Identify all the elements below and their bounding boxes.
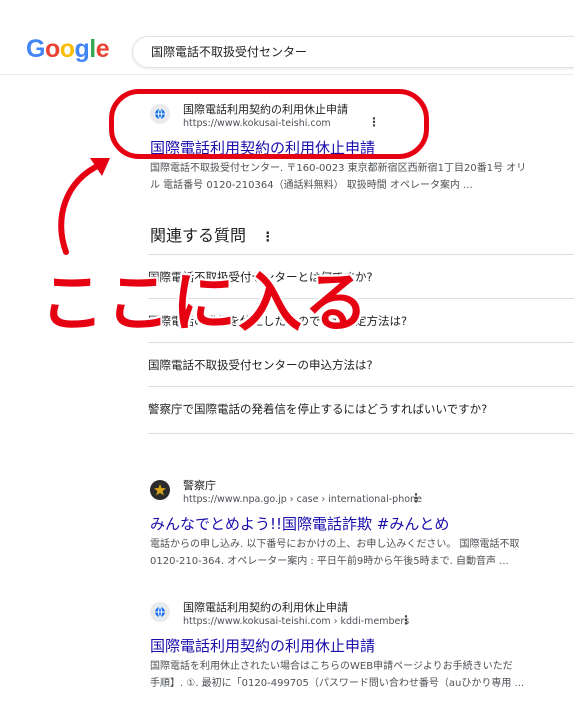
result-url[interactable]: https://www.npa.go.jp › case › internati… <box>183 494 422 505</box>
logo-letter: o <box>59 35 75 63</box>
related-question-item[interactable]: 警察庁で国際電話の発着信を停止するにはどうすればいいですか? <box>148 386 574 434</box>
more-options-icon[interactable]: ⋮ <box>400 614 412 626</box>
highlight-ring <box>109 89 429 159</box>
logo-letter: e <box>95 35 110 63</box>
more-options-icon[interactable]: ⋮ <box>410 492 422 504</box>
logo-letter: o <box>44 35 60 63</box>
logo-letter: G <box>26 35 45 63</box>
result-snippet-line: ル 電話番号 0120-210364（通話料無料） 取扱時間 オペレータ案内 .… <box>150 180 473 191</box>
more-options-icon[interactable]: ⋮ <box>261 230 274 245</box>
overlay-caption: ここに入る <box>39 266 370 343</box>
related-question-text: 国際電話不取扱受付センターの申込方法は? <box>148 358 373 372</box>
related-questions-heading: 関連する質問 ⋮ <box>150 222 274 246</box>
related-question-item[interactable]: 国際電話不取扱受付センターの申込方法は? <box>148 342 574 387</box>
globe-icon <box>150 602 170 622</box>
google-logo[interactable]: Google <box>26 35 110 64</box>
result-snippet-line: 国際電話を利用休止されたい場合はこちらのWEB申請ページよりお手続きいただ <box>150 661 513 672</box>
result-site-name: 国際電話利用契約の利用休止申請 <box>183 601 348 614</box>
result-snippet-line: 国際電話不取扱受付センター. 〒160-0023 東京都新宿区西新宿1丁目20番… <box>150 163 527 174</box>
result-snippet-line: 0120-210-364. オペレーター案内 : 平日午前9時から午後5時まで.… <box>150 556 509 567</box>
result-snippet-line: 手順】. ①. 最初に「0120-499705（パスワード問い合わせ番号（auひ… <box>150 678 525 689</box>
curved-arrow-icon <box>58 158 110 255</box>
logo-letter: g <box>74 35 90 63</box>
result-title-link[interactable]: 国際電話利用契約の利用休止申請 <box>150 635 375 656</box>
search-header: Google 国際電話不取扱受付センター <box>0 0 574 75</box>
result-snippet-line: 電話からの申し込み. 以下番号におかけの上、お申し込みください。 国際電話不取 <box>150 539 520 550</box>
police-emblem-icon <box>150 480 170 500</box>
related-question-text: 警察庁で国際電話の発着信を停止するにはどうすればいいですか? <box>148 402 488 416</box>
related-questions-title: 関連する質問 <box>150 226 247 245</box>
search-input[interactable]: 国際電話不取扱受付センター <box>132 36 574 68</box>
result-title-link[interactable]: みんなでとめよう!!国際電話詐欺 #みんとめ <box>150 513 449 534</box>
search-query-text[interactable]: 国際電話不取扱受付センター <box>151 43 307 60</box>
result-site-name: 警察庁 <box>183 479 216 492</box>
result-url[interactable]: https://www.kokusai-teishi.com › kddi-me… <box>183 616 409 627</box>
